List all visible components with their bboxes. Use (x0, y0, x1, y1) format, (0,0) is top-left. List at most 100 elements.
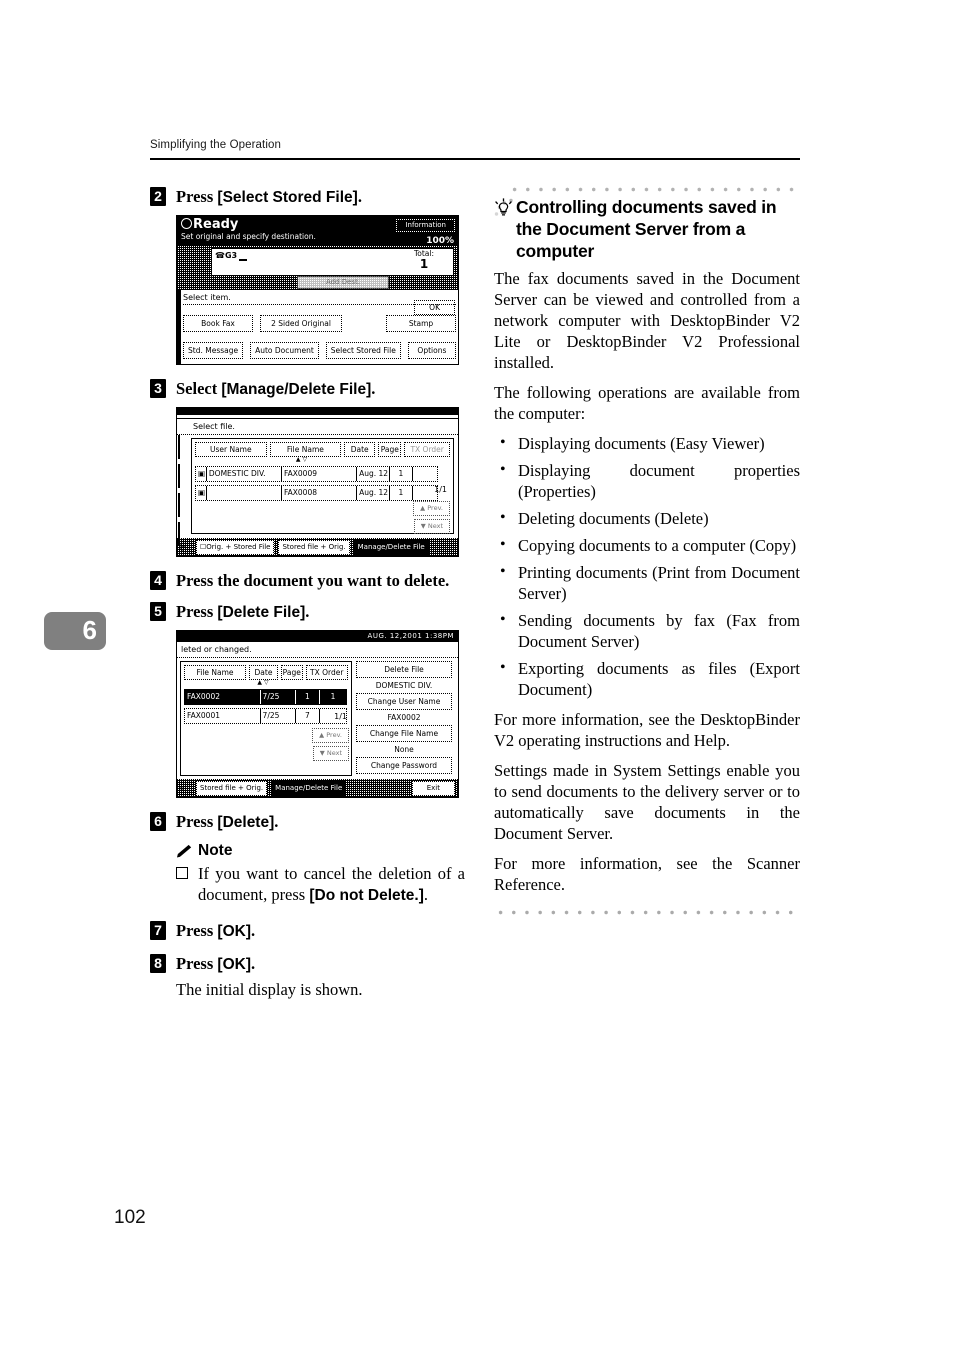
lcd1-book-fax-button[interactable]: Book Fax (183, 315, 253, 332)
lcd-screenshot-manage-delete: AUG. 12,2001 1:38PM leted or changed. Fi… (176, 630, 459, 798)
table-row[interactable]: FAX0001 7/25 7 (184, 708, 347, 724)
lcd2-footer: ly ☐Orig. + Stored File Stored file + Or… (177, 538, 458, 556)
lcd3-next-button[interactable]: ▼ Next (312, 746, 349, 761)
lcd2-next-label: Next (427, 522, 443, 530)
lcd1-information-button[interactable]: Information (396, 219, 455, 232)
lcd1-select-stored-file-button[interactable]: Select Stored File (325, 342, 401, 359)
lcd3-col-file-name[interactable]: File Name (184, 665, 246, 680)
lcd2-row-2-date: Aug. 12 (357, 486, 390, 500)
step-6-ui-label: [Delete] (217, 814, 275, 831)
lcd2-orig-plus-stored-button[interactable]: ☐Orig. + Stored File (196, 539, 275, 555)
step-8: 8 Press [OK]. (150, 953, 465, 975)
lcd1-options-button[interactable]: Options (407, 342, 456, 359)
tip-title: Controlling documents saved in the Docum… (494, 196, 800, 262)
lcd3-table-header: File Name Date Page TX Order (184, 665, 348, 680)
lcd1-2-sided-original-button[interactable]: 2 Sided Original (260, 315, 342, 332)
lcd2-col-page[interactable]: Page (378, 442, 402, 457)
lcd2-prev-button[interactable]: ▲ Prev. (413, 501, 450, 516)
lcd3-col-page[interactable]: Page (281, 665, 303, 680)
lcd3-change-file-name-button[interactable]: Change File Name (356, 725, 452, 742)
lcd1-std-message-button[interactable]: Std. Message (183, 342, 244, 359)
step-5: 5 Press [Delete File]. (150, 601, 465, 623)
lcd2-footer-left-glyph: ly (180, 543, 186, 551)
lcd2-next-button[interactable]: ▼ Next (413, 519, 450, 534)
step-5-pre: Press (176, 602, 218, 621)
tip-bullet-list: Displaying documents (Easy Viewer) Displ… (494, 432, 800, 700)
table-row[interactable]: ▣ DOMESTIC DIV. FAX0009 Aug. 12 1 (195, 466, 438, 482)
lcd3-manage-delete-file-button[interactable]: Manage/Delete File (271, 780, 347, 796)
lcd1-add-destination-button[interactable]: Add Dest. (297, 276, 389, 289)
lcd2-manage-delete-file-button[interactable]: Manage/Delete File (353, 539, 429, 555)
lcd-screenshot-ready: Ready Set original and specify destinati… (176, 215, 459, 365)
step-3: 3 Select [Manage/Delete File]. (150, 378, 465, 400)
lcd3-row-1-tx: 1 (330, 692, 336, 701)
tip-paragraph-5: For more information, see the Scanner Re… (494, 854, 800, 894)
lcd3-row-1-date: 7/25 (261, 690, 296, 704)
left-column: 2 Press [Select Stored File]. Ready Set … (150, 186, 465, 1000)
lcd2-col-user-name[interactable]: User Name (195, 442, 267, 457)
lcd2-row-1-tx (413, 467, 437, 481)
step-5-ui-label: [Delete File] (217, 604, 306, 621)
note-checkbox-icon (176, 867, 188, 879)
lcd2-rail-tab-4[interactable] (178, 522, 180, 546)
lcd3-prev-label: Prev. (326, 731, 342, 739)
lcd3-status-bar: AUG. 12,2001 1:38PM (177, 631, 458, 642)
step-2: 2 Press [Select Stored File]. (150, 186, 465, 208)
lcd3-col-tx-order[interactable]: TX Order (305, 665, 348, 680)
list-item: Printing documents (Print from Document … (494, 561, 800, 604)
lcd2-table-header: User Name File Name Date Page TX Order (195, 442, 450, 457)
lcd3-user-name-value: DOMESTIC DIV. (375, 681, 433, 690)
note-item: If you want to cancel the deletion of a … (150, 863, 465, 906)
lcd2-rail-tab-2[interactable] (178, 464, 180, 488)
step-6: 6 Press [Delete]. (150, 811, 465, 833)
table-row[interactable]: ▣ FAX0008 Aug. 12 1 (195, 485, 438, 501)
tip-top-dotted-rule (508, 186, 800, 193)
step-8-ui-label: [OK] (217, 956, 251, 973)
lcd1-destination-area: ☎G3 Total: 1 Add Dest. (177, 246, 458, 290)
lcd1-body: Select item. OK Book Fax 2 Sided Origina… (177, 290, 458, 364)
lcd1-line-label: ☎G3 (215, 251, 238, 260)
lcd3-change-user-name-button[interactable]: Change User Name (356, 693, 452, 710)
lcd3-change-password-button[interactable]: Change Password (356, 757, 452, 774)
header-rule (150, 158, 800, 160)
lcd1-auto-document-button[interactable]: Auto Document (250, 342, 319, 359)
lcd3-col-date[interactable]: Date (249, 665, 278, 680)
lcd1-side-bar (177, 290, 181, 364)
lcd2-rail-tab-1[interactable] (178, 435, 180, 459)
lcd3-delete-file-button[interactable]: Delete File (356, 661, 452, 678)
lcd2-col-date[interactable]: Date (344, 442, 376, 457)
lcd2-col-file-name[interactable]: File Name (269, 442, 342, 457)
lcd1-stamp-button[interactable]: Stamp (386, 315, 456, 332)
step-7-pre: Press (176, 921, 218, 940)
pencil-icon (177, 844, 192, 857)
lcd1-ok-button[interactable]: OK (414, 300, 455, 315)
step-2-text: Press [Select Stored File]. (176, 186, 465, 208)
table-row[interactable]: FAX0002 7/25 1 1 (184, 689, 347, 705)
lcd2-pager: 1/1 (434, 485, 447, 494)
lcd2-stored-plus-orig-button[interactable]: Stored file + Orig. (278, 539, 350, 555)
lcd2-row-2-page: 1 (390, 486, 413, 500)
lcd2-left-rail (178, 435, 189, 546)
lcd3-heading: leted or changed. (177, 642, 458, 658)
lcd3-row-2-page: 7 (296, 709, 321, 723)
note-heading-text: Note (198, 842, 233, 859)
lcd3-next-label: Next (326, 749, 342, 757)
lcd3-prev-button[interactable]: ▲ Prev. (312, 728, 349, 743)
lcd3-footer-left-glyph: e (180, 784, 184, 792)
lcd3-stored-plus-orig-button[interactable]: Stored file + Orig. (196, 780, 268, 796)
lcd3-exit-button[interactable]: Exit (411, 780, 455, 796)
list-item: Copying documents to a computer (Copy) (494, 534, 800, 556)
lcd2-row-1-page: 1 (390, 467, 413, 481)
step-7-post: . (250, 921, 256, 940)
step-8-number: 8 (150, 954, 166, 973)
lcd3-pager: 1/1 (334, 712, 347, 721)
lcd2-rail-tab-3[interactable] (178, 493, 180, 517)
lcd2-main: User Name File Name Date Page TX Order ▲… (177, 435, 458, 546)
lcd1-subtitle: Set original and specify destination. (181, 232, 316, 241)
lcd2-col-tx-order[interactable]: TX Order (404, 442, 450, 457)
step-8-text: Press [OK]. (176, 953, 465, 975)
page-number: 102 (114, 1207, 146, 1228)
lcd3-row-2-date: 7/25 (261, 709, 296, 723)
chapter-number: 6 (82, 615, 97, 645)
lcd2-row-1-date: Aug. 12 (357, 467, 390, 481)
